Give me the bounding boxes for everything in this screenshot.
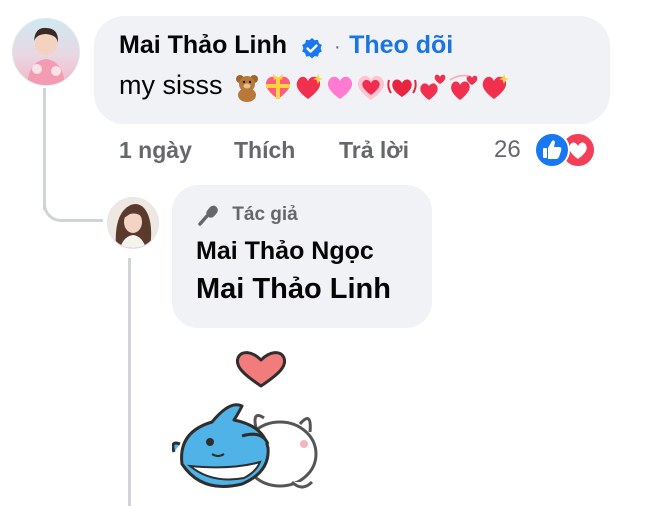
- author-badge: Tác giả: [196, 202, 298, 228]
- emoji-sequence: [232, 72, 510, 102]
- commenter-avatar[interactable]: [12, 18, 80, 86]
- growing-heart-icon: [357, 75, 385, 100]
- heart-icon: [235, 351, 287, 388]
- reply-bubble: Tác giả Mai Thảo Ngọc Mai Thảo Linh: [172, 185, 432, 328]
- comment-bubble: Mai Thảo Linh · Theo dõi my sisss: [94, 16, 610, 124]
- comment-author-name[interactable]: Mai Thảo Linh: [119, 31, 287, 59]
- comment-header: Mai Thảo Linh · Theo dõi: [119, 31, 453, 61]
- comment-text: my sisss: [119, 70, 223, 100]
- heart-with-ribbon-icon: [265, 73, 291, 99]
- reply-button[interactable]: Trả lời: [339, 137, 409, 164]
- follow-button[interactable]: Theo dõi: [349, 31, 453, 59]
- reply-thread-line: [128, 258, 131, 506]
- pink-heart-icon: [327, 76, 353, 99]
- sparkling-heart-icon: [296, 73, 324, 99]
- beating-heart-icon: [387, 79, 417, 97]
- revolving-hearts-icon: [449, 74, 478, 100]
- like-reaction-icon: [534, 132, 570, 168]
- shark-hugging-cat-sticker: [171, 351, 318, 489]
- sparkling-heart-icon: [482, 73, 510, 99]
- separator-dot: ·: [333, 36, 341, 58]
- comment-timestamp[interactable]: 1 ngày: [119, 137, 192, 164]
- like-button[interactable]: Thích: [234, 137, 295, 164]
- comment-body: my sisss: [119, 70, 510, 102]
- mention-tag[interactable]: Mai Thảo Linh: [196, 273, 391, 306]
- reply-sticker[interactable]: [171, 344, 332, 496]
- thread-line-curve: [43, 180, 103, 222]
- microphone-icon: [198, 205, 218, 226]
- reply-author-name[interactable]: Mai Thảo Ngọc: [196, 237, 374, 266]
- reaction-count: 26: [494, 136, 521, 163]
- teddy-bear-icon: [236, 74, 259, 102]
- person-silhouette: [115, 204, 152, 248]
- two-hearts-icon: [420, 74, 446, 100]
- author-badge-label: Tác giả: [232, 204, 298, 225]
- person-silhouette: [27, 27, 65, 85]
- reply-author-avatar[interactable]: [107, 197, 159, 249]
- verified-badge-icon: [301, 37, 322, 59]
